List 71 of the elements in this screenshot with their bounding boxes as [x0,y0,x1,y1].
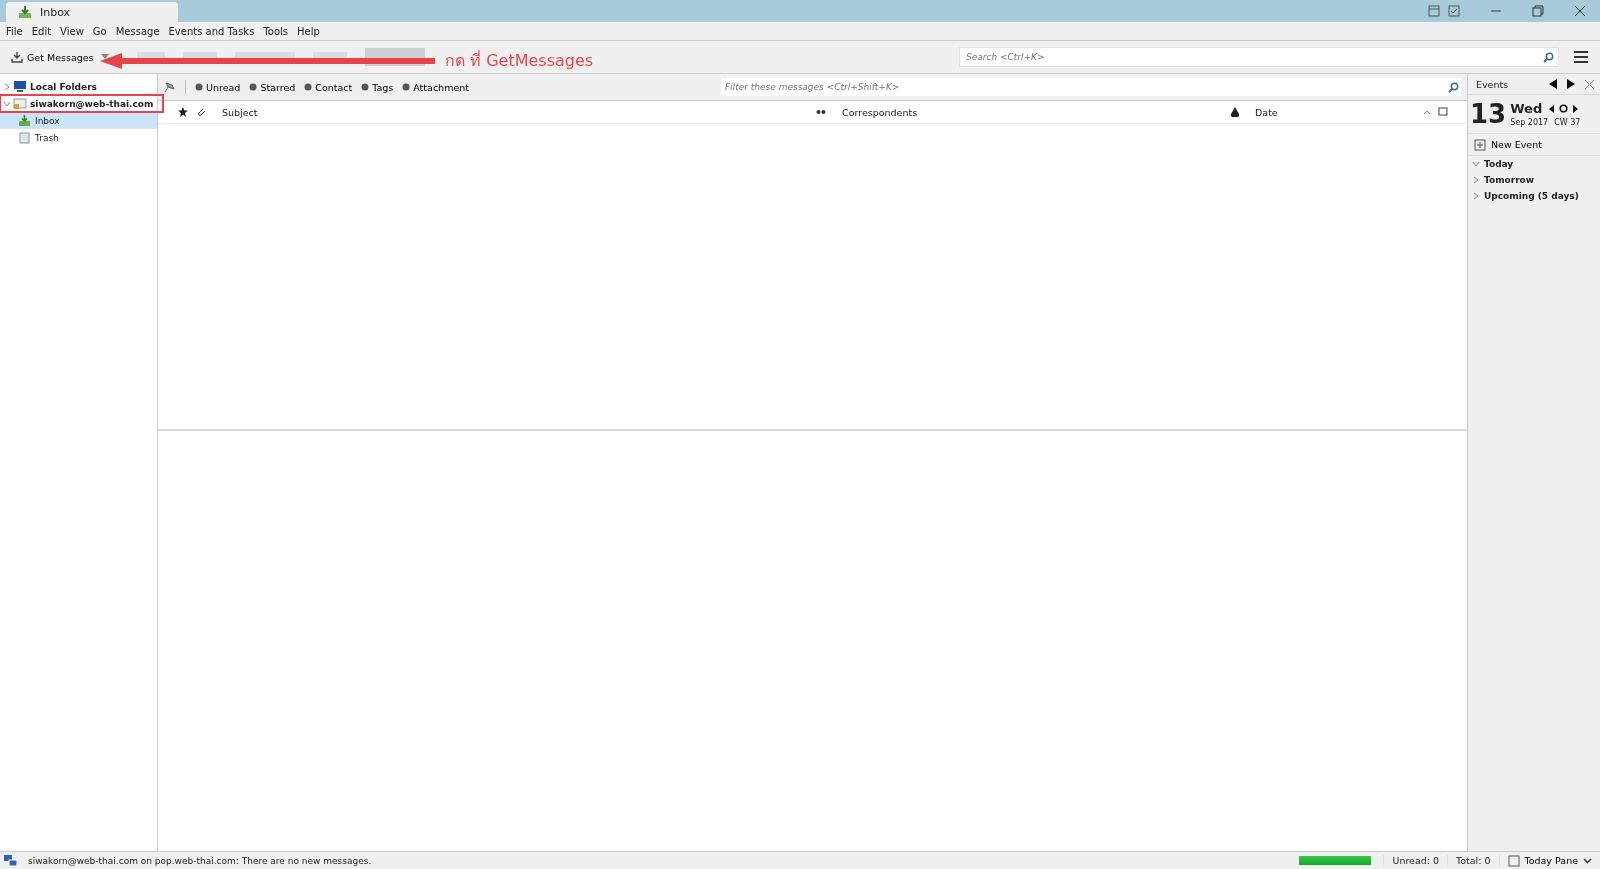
menu-item[interactable]: File [6,25,23,37]
envelope-icon [13,97,27,110]
inbox-icon [18,114,31,127]
get-messages-button[interactable]: Get Messages [8,49,97,65]
previous-icon[interactable] [1549,104,1555,113]
dropdown-icon[interactable] [100,54,109,60]
calendar-icon[interactable] [1428,5,1440,17]
chevron-icon[interactable] [3,100,11,107]
filter-button[interactable]: Tags [361,81,394,93]
task-icon[interactable] [1448,5,1460,17]
annotation-text: กด ที่ GetMessages [445,49,594,72]
download-icon [11,51,23,63]
filter-field[interactable]: Filter these messages <Ctrl+Shift+K> [721,78,1461,96]
window-tab[interactable]: Inbox [6,2,178,22]
column-header[interactable]: Date [1243,106,1420,118]
star-icon[interactable] [178,107,188,117]
unread-count: Unread: 0 [1383,855,1448,866]
column-header[interactable]: Correspondents [830,106,1227,118]
column-header[interactable]: Subject [210,106,812,118]
today-pane-button[interactable]: Today Pane [1498,854,1600,867]
dot-icon [195,83,203,91]
new-event-button[interactable]: New Event [1468,134,1600,156]
dot-icon [249,83,258,91]
next-icon[interactable] [1573,104,1579,113]
attachment-icon[interactable] [196,107,206,117]
restore-icon[interactable] [1532,5,1544,17]
thread-icon[interactable] [816,109,826,115]
connection-icon [4,854,18,867]
dot-icon [304,83,313,91]
next-icon[interactable] [1567,79,1575,89]
search-field[interactable]: Search <Ctrl+K> [959,47,1559,67]
calendar-week: CW 37 [1554,118,1581,127]
total-count: Total: 0 [1447,855,1499,866]
menu-item[interactable]: Edit [31,25,52,37]
column-picker-icon[interactable] [1438,107,1448,117]
filter-button[interactable]: Attachment [402,81,469,93]
folder-item[interactable]: siwakorn@web-thai.com [0,95,163,112]
month-year: Sep 2017 [1510,118,1549,127]
add-event-icon [1474,138,1486,151]
calendar-icon [1507,854,1520,867]
previous-icon[interactable] [1549,79,1557,89]
pin-icon[interactable] [164,81,176,93]
dot-icon [361,83,370,91]
menu-item[interactable]: Go [92,25,107,37]
menu-item[interactable]: Help [297,25,320,37]
download-icon [18,5,32,19]
dot-icon [402,83,411,91]
day-number: 13 [1470,99,1507,129]
sort-icon [1424,110,1430,114]
menu-item[interactable]: View [60,25,84,37]
menu-item[interactable]: Message [115,25,160,37]
event-group[interactable]: Tomorrow [1468,172,1600,188]
trash-icon [18,131,31,144]
folder-item[interactable]: Local Folders [0,78,157,95]
menu-item[interactable]: Tools [263,25,288,37]
close-icon[interactable] [1574,5,1586,17]
menu-icon[interactable] [1574,51,1588,63]
status-message: siwakorn@web-thai.com on pop.web-thai.com: There are no new messages. [28,855,373,866]
folder-item[interactable]: Trash [0,129,157,146]
pane-title: Events [1476,78,1510,90]
drop-icon[interactable] [1231,107,1239,117]
event-group[interactable]: Upcoming (5 days) [1468,188,1600,204]
menu-item[interactable]: Events and Tasks [168,25,255,37]
filter-button[interactable]: Contact [304,81,353,93]
computer-icon [13,80,27,93]
weekday: Wed [1510,101,1543,116]
filter-button[interactable]: Starred [249,81,296,93]
caret-icon [1583,857,1592,864]
today-icon[interactable] [1559,104,1569,113]
filter-button[interactable]: Unread [195,81,241,93]
event-group[interactable]: Today [1468,156,1600,172]
